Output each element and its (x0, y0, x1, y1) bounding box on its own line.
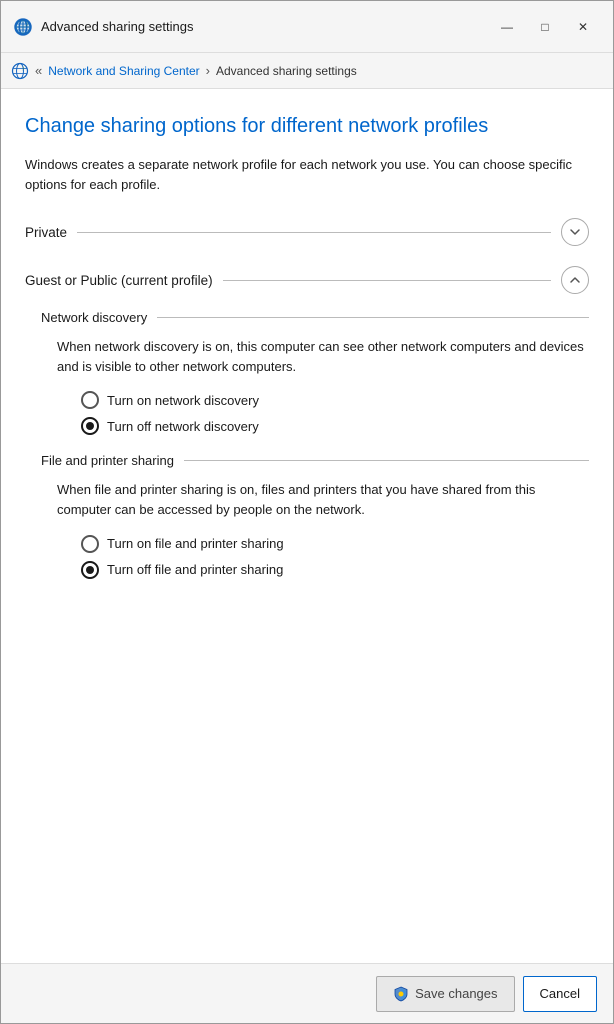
breadcrumb-current: Advanced sharing settings (216, 64, 357, 78)
private-divider (77, 232, 551, 233)
fp-on-radio[interactable] (81, 535, 99, 553)
breadcrumb-icon (11, 62, 29, 80)
title-bar-text: Advanced sharing settings (41, 19, 489, 34)
breadcrumb-arrow: › (206, 63, 210, 78)
nd-on-option: Turn on network discovery (81, 391, 589, 409)
fp-off-option: Turn off file and printer sharing (81, 561, 589, 579)
breadcrumb-bar: « Network and Sharing Center › Advanced … (1, 53, 613, 89)
file-printer-line (184, 460, 589, 461)
content-area: Change sharing options for different net… (1, 89, 613, 963)
network-discovery-header: Network discovery (41, 310, 589, 325)
file-printer-header: File and printer sharing (41, 453, 589, 468)
cancel-button[interactable]: Cancel (523, 976, 597, 1012)
shield-icon (393, 986, 409, 1002)
page-heading: Change sharing options for different net… (25, 113, 589, 139)
nd-off-dot (86, 422, 94, 430)
minimize-button[interactable]: — (489, 12, 525, 42)
chevron-up-icon (569, 274, 581, 286)
guest-public-collapse-button[interactable] (561, 266, 589, 294)
save-changes-button[interactable]: Save changes (376, 976, 514, 1012)
nd-on-radio[interactable] (81, 391, 99, 409)
close-button[interactable]: ✕ (565, 12, 601, 42)
nd-off-option: Turn off network discovery (81, 417, 589, 435)
network-discovery-line (157, 317, 589, 318)
private-section-header: Private (25, 218, 589, 246)
breadcrumb-network-center[interactable]: Network and Sharing Center (48, 64, 199, 78)
guest-public-expanded: Network discovery When network discovery… (41, 310, 589, 579)
save-button-label: Save changes (415, 986, 497, 1001)
nd-off-radio[interactable] (81, 417, 99, 435)
private-label: Private (25, 225, 77, 240)
app-icon (13, 17, 33, 37)
file-printer-label: File and printer sharing (41, 453, 184, 468)
guest-public-divider (223, 280, 551, 281)
file-printer-options: Turn on file and printer sharing Turn of… (81, 535, 589, 579)
breadcrumb-back-arrow: « (35, 63, 42, 78)
network-discovery-label: Network discovery (41, 310, 157, 325)
chevron-down-icon (569, 226, 581, 238)
file-printer-description: When file and printer sharing is on, fil… (57, 480, 589, 520)
title-bar: Advanced sharing settings — □ ✕ (1, 1, 613, 53)
guest-public-section-header: Guest or Public (current profile) (25, 266, 589, 294)
network-discovery-options: Turn on network discovery Turn off netwo… (81, 391, 589, 435)
nd-on-label[interactable]: Turn on network discovery (107, 393, 259, 408)
guest-public-label: Guest or Public (current profile) (25, 273, 223, 288)
nd-off-label[interactable]: Turn off network discovery (107, 419, 259, 434)
maximize-button[interactable]: □ (527, 12, 563, 42)
fp-off-label[interactable]: Turn off file and printer sharing (107, 562, 283, 577)
fp-off-dot (86, 566, 94, 574)
private-expand-button[interactable] (561, 218, 589, 246)
bottom-bar: Save changes Cancel (1, 963, 613, 1023)
page-subtitle: Windows creates a separate network profi… (25, 155, 589, 194)
network-discovery-description: When network discovery is on, this compu… (57, 337, 589, 377)
fp-on-option: Turn on file and printer sharing (81, 535, 589, 553)
main-window: Advanced sharing settings — □ ✕ « Networ… (0, 0, 614, 1024)
content-wrapper: Change sharing options for different net… (1, 89, 613, 963)
title-bar-controls: — □ ✕ (489, 12, 601, 42)
fp-off-radio[interactable] (81, 561, 99, 579)
fp-on-label[interactable]: Turn on file and printer sharing (107, 536, 284, 551)
